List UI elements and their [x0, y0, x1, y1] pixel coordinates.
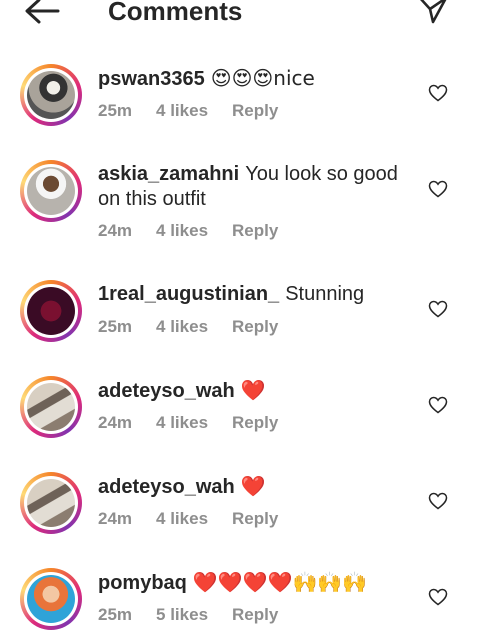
comment-meta: 25m 4 likes Reply	[98, 101, 302, 121]
heart-outline-icon[interactable]	[428, 588, 448, 606]
reply-button[interactable]: Reply	[232, 101, 278, 120]
page-title: Comments	[108, 0, 243, 26]
reply-button[interactable]: Reply	[232, 605, 278, 624]
reply-button[interactable]: Reply	[232, 413, 278, 432]
comment-text: adeteyso_wah ❤️	[98, 474, 414, 500]
comment-body: ❤️	[240, 378, 266, 402]
reply-button[interactable]: Reply	[232, 221, 278, 240]
paper-plane-icon[interactable]	[416, 0, 450, 26]
comment-body: Stunning	[285, 283, 365, 305]
heart-outline-icon[interactable]	[428, 300, 448, 318]
comment-time: 25m	[98, 605, 133, 624]
comment-text: 1real_augustinian_ Stunning	[98, 282, 414, 307]
comment-username[interactable]: pomybaq	[98, 572, 187, 594]
comment-meta: 25m 4 likes Reply	[98, 317, 302, 337]
comment-text: askia_zamahni You look so good on this ou…	[98, 162, 414, 212]
comment-meta: 25m 5 likes Reply	[98, 605, 302, 625]
comment-username[interactable]: askia_zamahni	[98, 163, 239, 185]
comment-time: 24m	[98, 509, 133, 528]
comment-body: 😍😍😍nice	[210, 66, 315, 90]
comment-text: adeteyso_wah ❤️	[98, 378, 414, 404]
avatar[interactable]	[20, 280, 82, 342]
avatar[interactable]	[20, 568, 82, 630]
comment-time: 24m	[98, 221, 133, 240]
avatar[interactable]	[20, 160, 82, 222]
heart-outline-icon[interactable]	[428, 180, 448, 198]
heart-outline-icon[interactable]	[428, 396, 448, 414]
comment-text: pswan3365 😍😍😍nice	[98, 66, 414, 92]
comment-username[interactable]: pswan3365	[98, 68, 205, 90]
reply-button[interactable]: Reply	[232, 509, 278, 528]
comment-likes[interactable]: 5 likes	[156, 605, 208, 624]
comment-time: 25m	[98, 317, 133, 336]
heart-outline-icon[interactable]	[428, 84, 448, 102]
comment-likes[interactable]: 4 likes	[156, 101, 208, 120]
comment-username[interactable]: adeteyso_wah	[98, 476, 235, 498]
avatar[interactable]	[20, 472, 82, 534]
comment-likes[interactable]: 4 likes	[156, 413, 208, 432]
comment-time: 24m	[98, 413, 133, 432]
comment-username[interactable]: 1real_augustinian_	[98, 283, 279, 305]
comment-meta: 24m 4 likes Reply	[98, 509, 302, 529]
comment-meta: 24m 4 likes Reply	[98, 221, 302, 241]
comment-body: ❤️❤️❤️❤️🙌🙌🙌	[192, 570, 368, 594]
comment-username[interactable]: adeteyso_wah	[98, 380, 235, 402]
reply-button[interactable]: Reply	[232, 317, 278, 336]
comment-likes[interactable]: 4 likes	[156, 317, 208, 336]
avatar[interactable]	[20, 376, 82, 438]
comment-text: pomybaq ❤️❤️❤️❤️🙌🙌🙌	[98, 570, 414, 596]
comments-header: Comments	[0, 0, 480, 40]
comment-body: ❤️	[240, 474, 266, 498]
comment-time: 25m	[98, 101, 133, 120]
arrow-left-icon[interactable]	[22, 0, 62, 26]
comment-meta: 24m 4 likes Reply	[98, 413, 302, 433]
heart-outline-icon[interactable]	[428, 492, 448, 510]
comment-likes[interactable]: 4 likes	[156, 509, 208, 528]
avatar[interactable]	[20, 64, 82, 126]
comment-likes[interactable]: 4 likes	[156, 221, 208, 240]
